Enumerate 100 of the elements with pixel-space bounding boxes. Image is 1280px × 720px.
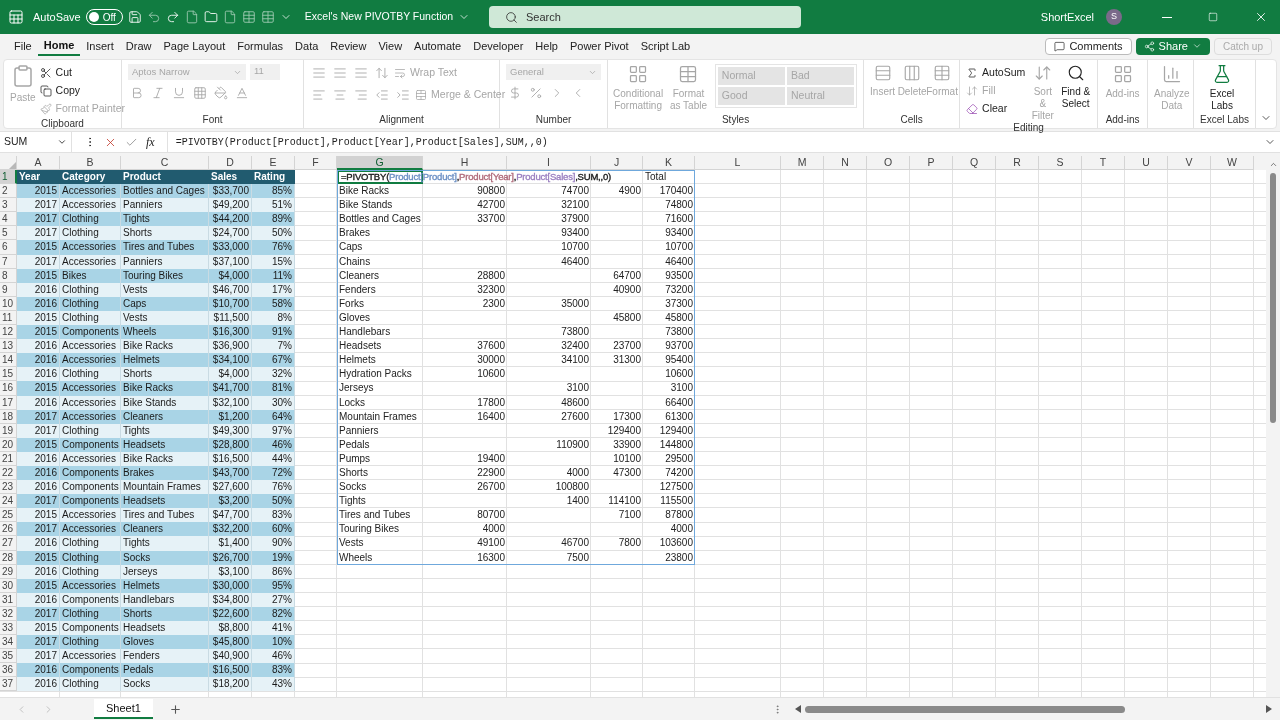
insert-function-button[interactable]: fx [146,133,155,151]
table-cell-text: 10600 [476,367,506,382]
row-number[interactable]: 24 [0,494,17,509]
table-cell-text: Fenders [338,282,377,297]
row-number[interactable]: 16 [0,381,17,396]
group-label: Add-ins [1105,114,1140,126]
table-cell-text: 45800 [612,310,642,325]
row-number[interactable]: 5 [0,226,17,241]
row-number[interactable]: 12 [0,325,17,340]
copy-button[interactable]: Copy [39,82,126,100]
column-letter[interactable]: T [1082,156,1125,170]
row-number[interactable]: 23 [0,480,17,495]
table-cell: $16,300 [209,325,252,340]
document-title[interactable]: Excel's New PIVOTBY Function [304,9,454,25]
table-cell: $33,700 [209,184,252,199]
row-number[interactable]: 2 [0,184,17,199]
table-cell-text: Helmets [338,353,377,368]
row-number[interactable]: 37 [0,677,17,692]
excel-labs-button[interactable]: Excel Labs [1200,64,1245,112]
menu-tab[interactable]: Formulas [231,36,290,56]
clear-button[interactable]: Clear [966,100,1026,118]
menu-tab[interactable]: Automate [408,36,468,56]
table-cell-text: 129400 [658,423,694,438]
table-cell: Clothing [60,677,121,692]
share-button[interactable]: Share [1135,37,1210,55]
column-letter[interactable]: U [1125,156,1168,170]
menu-tab[interactable]: Developer [467,36,530,56]
menu-tab[interactable]: Home [37,36,81,56]
column-letter[interactable]: V [1168,156,1211,170]
table-cell-text: 129400 [606,423,642,438]
table-cell: Helmets [121,353,209,368]
table-cell-text: 93400 [664,226,694,241]
menu-tab[interactable]: Review [324,36,373,56]
table-cell: Wheels [121,325,209,340]
row-number[interactable]: 26 [0,522,17,537]
cut-button[interactable]: Cut [39,64,126,82]
table-cell-text: 10700 [664,240,694,255]
table-cell-text: 45800 [664,310,694,325]
table-cell-text: 32100 [560,198,590,213]
menu-tab[interactable]: Insert [80,36,120,56]
table-cell-text: 80700 [476,508,506,523]
row-number[interactable]: 13 [0,339,17,354]
table-cell-text: 32400 [560,339,590,354]
menu-tab[interactable]: View [372,36,409,56]
autosum-button[interactable]: AutoSum [966,64,1026,82]
table-cell: 2016 [17,536,60,551]
table-cell: 2015 [17,240,60,255]
column-letter[interactable]: L [695,156,781,170]
table-cell-text: 74200 [664,465,694,480]
table-cell-text: Pumps [338,451,372,466]
row-number[interactable]: 1 [0,170,17,185]
row-number[interactable]: 33 [0,621,17,636]
comments-button[interactable]: Comments [1045,37,1132,55]
row-number[interactable]: 35 [0,649,17,664]
formula-field[interactable]: =PIVOTBY(Product[Product],Product[Year],Product[Sales],SUM,,0) [166,132,1260,152]
column-letter[interactable]: J [591,156,643,170]
group-label: Editing [1013,122,1044,134]
menu-tab[interactable]: File [8,36,38,56]
table-cell-text: 2300 [481,296,506,311]
menu-tab[interactable]: Data [289,36,325,56]
column-letter[interactable]: N [824,156,867,170]
column-letter[interactable]: S [1039,156,1082,170]
row-number[interactable]: 4 [0,212,17,227]
table-cell: Cleaners [121,522,209,537]
menu-tab[interactable]: Help [529,36,564,56]
row-number[interactable]: 27 [0,536,17,551]
table-cell: 89% [252,212,295,227]
column-letter[interactable]: M [781,156,824,170]
row-number[interactable]: 6 [0,240,17,255]
row-number[interactable]: 3 [0,198,17,213]
column-letter[interactable]: Q [953,156,996,170]
row-number[interactable]: 25 [0,508,17,523]
row-number[interactable]: 14 [0,353,17,368]
table-cell-text: 4000 [565,465,590,480]
menu-tab[interactable]: Script Lab [634,36,697,56]
column-letter[interactable]: K [643,156,695,170]
find-select-button[interactable]: Find & Select [1060,64,1092,110]
column-letter[interactable]: W [1211,156,1254,170]
table-cell: Accessories [60,522,121,537]
name-box[interactable]: SUM [0,132,72,152]
column-letter[interactable]: G [337,156,423,170]
menu-tab[interactable]: Page Layout [157,36,232,56]
search-field[interactable]: Search [489,6,801,28]
menu-tab[interactable]: Draw [119,36,158,56]
table-cell-text: Locks [338,395,367,410]
column-letter[interactable]: I [507,156,591,170]
sheet-tab[interactable]: Sheet1 [94,699,153,719]
row-number[interactable]: 36 [0,663,17,678]
row-number[interactable]: 34 [0,635,17,650]
table-cell-text: Brakes [338,226,372,241]
menu-tab[interactable]: Power Pivot [563,36,635,56]
row-number[interactable]: 15 [0,367,17,382]
column-letter[interactable]: R [996,156,1039,170]
table-cell: Tires and Tubes [121,240,209,255]
column-letter[interactable]: O [867,156,910,170]
column-letter[interactable]: H [423,156,507,170]
table-cell-text: Panniers [338,423,380,438]
column-letter[interactable]: P [910,156,953,170]
user-avatar[interactable]: S [1106,9,1122,25]
table-cell: Bike Racks [121,381,209,396]
